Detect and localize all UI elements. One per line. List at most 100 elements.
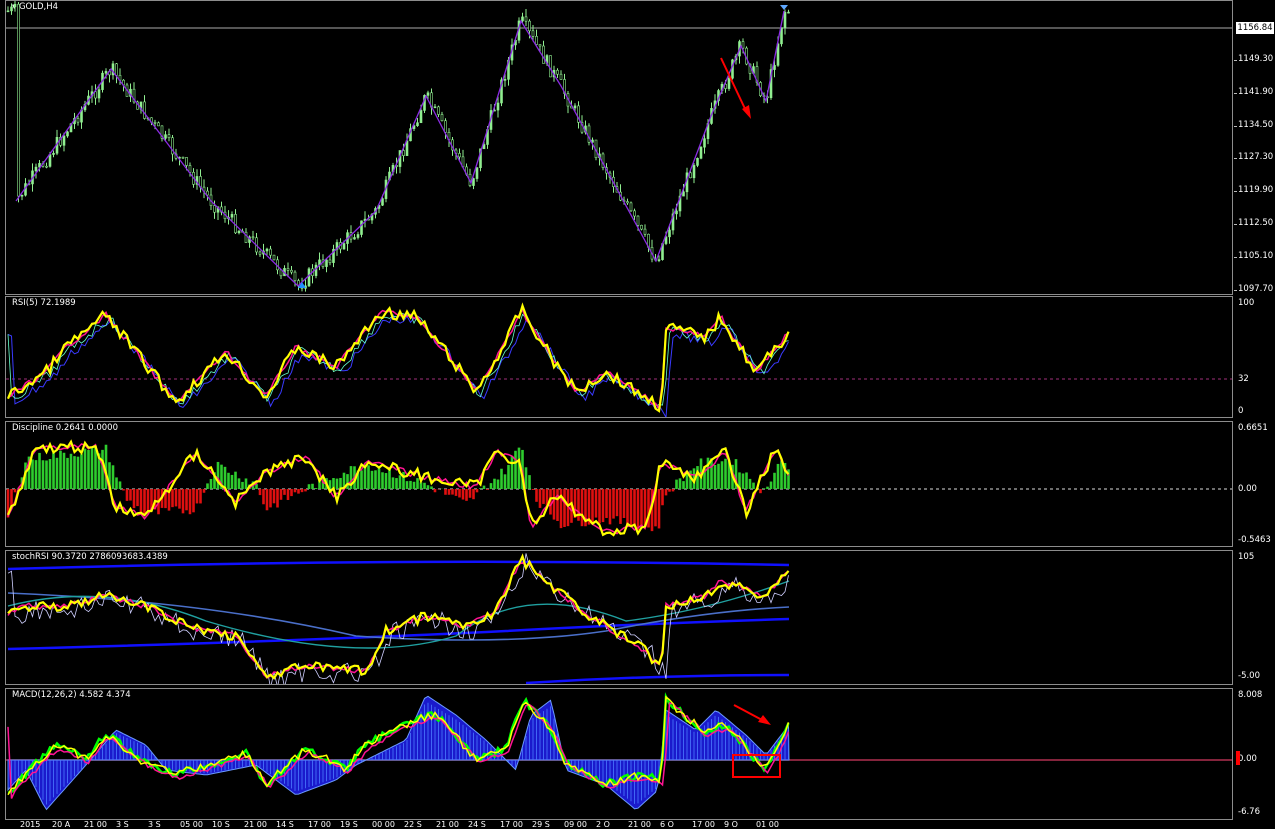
time-axis-label: 29 S bbox=[532, 820, 550, 829]
stochrsi-upper-band bbox=[7, 560, 790, 571]
discipline-histogram-bar bbox=[496, 479, 500, 489]
candle-body bbox=[402, 150, 405, 156]
candle-body bbox=[290, 269, 293, 273]
discipline-histogram-bar bbox=[486, 489, 489, 490]
discipline-histogram-bar bbox=[608, 489, 612, 525]
discipline-histogram-bar bbox=[202, 489, 206, 493]
candle-body bbox=[503, 79, 507, 81]
discipline-histogram-bar bbox=[206, 483, 209, 489]
candle-body bbox=[164, 134, 167, 139]
price-tick: 1097.70 bbox=[1238, 284, 1274, 294]
discipline-histogram-bar bbox=[223, 466, 227, 489]
candle-body bbox=[181, 156, 185, 159]
candle-body bbox=[787, 11, 790, 14]
discipline-histogram-bar bbox=[178, 489, 181, 509]
discipline-histogram-bar bbox=[262, 489, 265, 505]
candle-body bbox=[286, 268, 290, 271]
discipline-histogram-bar bbox=[391, 477, 395, 489]
candle-body bbox=[433, 106, 437, 109]
discipline-pane[interactable]: Discipline 0.2641 0.0000 bbox=[5, 421, 1233, 547]
discipline-histogram-bar bbox=[38, 452, 41, 489]
candle-body bbox=[657, 259, 661, 261]
discipline-histogram-bar bbox=[594, 489, 598, 518]
discipline-histogram-bar bbox=[300, 489, 304, 493]
macd-pane[interactable]: MACD(12,26,2) 4.582 4.374 bbox=[5, 688, 1233, 820]
discipline-histogram-bar bbox=[535, 489, 538, 502]
discipline-histogram-bar bbox=[482, 485, 486, 489]
discipline-histogram-bar bbox=[384, 473, 388, 489]
discipline-histogram-bar bbox=[629, 489, 633, 527]
discipline-histogram-bar bbox=[636, 489, 640, 531]
discipline-histogram-bar bbox=[612, 489, 615, 519]
discipline-histogram-bar bbox=[741, 473, 745, 489]
discipline-histogram-bar bbox=[66, 457, 69, 489]
discipline-histogram-bar bbox=[759, 489, 762, 494]
discipline-histogram-bar bbox=[776, 463, 780, 489]
discipline-histogram-bar bbox=[598, 489, 601, 524]
time-axis-label: 2015 bbox=[20, 820, 41, 829]
candle-body bbox=[328, 259, 332, 263]
discipline-histogram-bar bbox=[717, 463, 720, 489]
rsi-pane[interactable]: RSI(5) 72.1989 bbox=[5, 296, 1233, 418]
price-tick: 1127.30 bbox=[1238, 152, 1274, 162]
discipline-histogram-bar bbox=[451, 489, 454, 495]
discipline-histogram-bar bbox=[493, 478, 496, 489]
candle-body bbox=[633, 210, 636, 217]
candle-body bbox=[265, 248, 269, 252]
stochrsi-pane[interactable]: stochRSI 90.3720 2786093683.4389 bbox=[5, 550, 1233, 685]
time-axis-label: 14 S bbox=[276, 820, 294, 829]
discipline-histogram-bar bbox=[503, 474, 507, 489]
discipline-histogram-bar bbox=[174, 489, 178, 507]
time-axis-label: 24 S bbox=[468, 820, 486, 829]
discipline-histogram-bar bbox=[461, 489, 465, 500]
discipline-histogram-bar bbox=[374, 470, 377, 489]
discipline-histogram-bar bbox=[286, 489, 290, 500]
discipline-histogram-bar bbox=[230, 474, 234, 489]
price-scale: 1156.84 1149.30 1141.90 1134.50 1127.30 … bbox=[1234, 0, 1275, 295]
candle-body bbox=[153, 121, 157, 124]
candle-body bbox=[475, 167, 479, 179]
candle-body bbox=[773, 65, 776, 70]
time-axis-label: 9 O bbox=[724, 820, 738, 829]
discipline-main-line bbox=[6, 439, 790, 537]
discipline-histogram-bar bbox=[713, 464, 717, 489]
discipline-histogram-bar bbox=[90, 447, 94, 489]
stochrsi-tick: 105 bbox=[1238, 552, 1255, 562]
rsi-mid-line bbox=[7, 312, 789, 407]
discipline-histogram-bar bbox=[388, 469, 391, 489]
candle-body bbox=[783, 11, 787, 28]
candle-body bbox=[13, 3, 17, 8]
discipline-histogram-bar bbox=[633, 489, 636, 526]
discipline-histogram-bar bbox=[619, 489, 622, 524]
discipline-histogram-bar bbox=[465, 489, 468, 501]
discipline-histogram-bar bbox=[111, 465, 115, 489]
discipline-histogram-bar bbox=[542, 489, 545, 504]
stochrsi-svg bbox=[7, 553, 790, 684]
price-chart-pane[interactable]: ▾ GOLD,H4 bbox=[5, 0, 1233, 295]
candle-body bbox=[699, 146, 703, 159]
time-axis-label: 21 00 bbox=[84, 820, 107, 829]
time-axis-label: 21 00 bbox=[436, 820, 459, 829]
discipline-histogram-bar bbox=[724, 458, 727, 489]
discipline-histogram-bar bbox=[528, 475, 531, 489]
discipline-histogram-bar bbox=[216, 461, 220, 489]
discipline-histogram-bar bbox=[59, 450, 62, 489]
discipline-histogram-bar bbox=[640, 489, 643, 527]
discipline-histogram-bar bbox=[244, 478, 248, 489]
price-tick: 1119.90 bbox=[1238, 185, 1274, 195]
discipline-histogram-bar bbox=[423, 482, 426, 489]
discipline-tick: 0.00 bbox=[1238, 484, 1257, 494]
rsi-svg bbox=[6, 302, 1232, 417]
discipline-histogram-bar bbox=[125, 489, 129, 501]
candle-body bbox=[353, 237, 356, 240]
discipline-histogram-bar bbox=[489, 483, 493, 489]
discipline-histogram-bar bbox=[143, 489, 146, 514]
candle-body bbox=[426, 92, 430, 96]
discipline-histogram-bar bbox=[293, 489, 297, 493]
discipline-scale: 0.6651 0.00 -0.5463 bbox=[1234, 421, 1275, 547]
candle-body bbox=[307, 268, 311, 287]
discipline-histogram-bar bbox=[297, 489, 300, 494]
time-axis-label: 17 00 bbox=[500, 820, 523, 829]
candle-body bbox=[52, 152, 55, 155]
candle-body bbox=[440, 114, 444, 122]
